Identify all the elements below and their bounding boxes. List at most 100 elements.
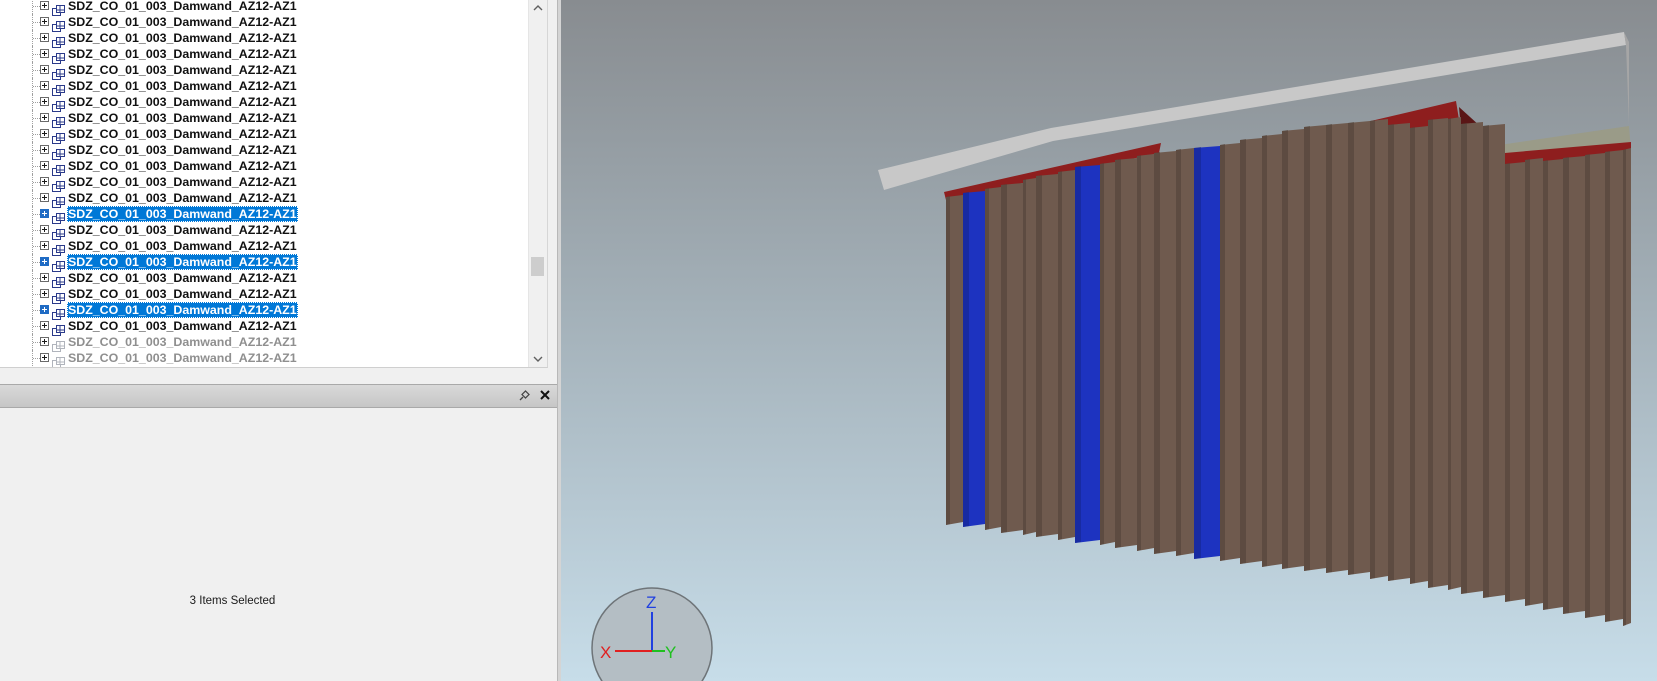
expand-plus-icon[interactable] <box>40 1 49 10</box>
tree-item-label[interactable]: SDZ_CO_01_003_Damwand_AZ12-AZ1 <box>67 30 298 46</box>
tree-item-label[interactable]: SDZ_CO_01_003_Damwand_AZ12-AZ1 <box>67 206 298 222</box>
assembly-icon <box>52 65 65 80</box>
sheet-pile-shadow <box>1326 124 1332 573</box>
tree-item-label[interactable]: SDZ_CO_01_003_Damwand_AZ12-AZ1 <box>67 334 298 350</box>
expand-plus-icon[interactable] <box>40 337 49 346</box>
tree-item[interactable]: SDZ_CO_01_003_Damwand_AZ12-AZ1 <box>0 46 520 64</box>
tree-item-label[interactable]: SDZ_CO_01_003_Damwand_AZ12-AZ1 <box>67 94 298 110</box>
expand-plus-icon[interactable] <box>40 257 49 266</box>
tree-item[interactable]: SDZ_CO_01_003_Damwand_AZ12-AZ1 <box>0 62 520 80</box>
pin-icon[interactable] <box>517 388 531 402</box>
expand-plus-icon[interactable] <box>40 193 49 202</box>
sheet-pile-shadow <box>1448 118 1451 590</box>
tree-item-label[interactable]: SDZ_CO_01_003_Damwand_AZ12-AZ1 <box>67 254 298 270</box>
tree-item-label[interactable]: SDZ_CO_01_003_Damwand_AZ12-AZ1 <box>67 302 298 318</box>
tree-item[interactable]: SDZ_CO_01_003_Damwand_AZ12-AZ1 <box>0 238 520 256</box>
scroll-up-arrow-icon[interactable] <box>529 0 547 17</box>
tree-item[interactable]: SDZ_CO_01_003_Damwand_AZ12-AZ1 <box>0 126 520 144</box>
tree-guide-line <box>32 0 34 14</box>
expand-plus-icon[interactable] <box>40 321 49 330</box>
sheet-pile-shadow <box>1370 120 1375 579</box>
tree-item-label[interactable]: SDZ_CO_01_003_Damwand_AZ12-AZ1 <box>67 14 298 30</box>
tree-item[interactable]: SDZ_CO_01_003_Damwand_AZ12-AZ1 <box>0 254 520 272</box>
tree-item[interactable]: SDZ_CO_01_003_Damwand_AZ12-AZ1 <box>0 110 520 128</box>
assembly-icon <box>52 129 65 144</box>
tree-item[interactable]: SDZ_CO_01_003_Damwand_AZ12-AZ1 <box>0 142 520 160</box>
tree-item-label[interactable]: SDZ_CO_01_003_Damwand_AZ12-AZ1 <box>67 190 298 206</box>
tree-item[interactable]: SDZ_CO_01_003_Damwand_AZ12-AZ1 <box>0 206 520 224</box>
assembly-icon <box>52 209 65 224</box>
scroll-down-arrow-icon[interactable] <box>529 350 547 367</box>
tree-item-label[interactable]: SDZ_CO_01_003_Damwand_AZ12-AZ1 <box>67 286 298 302</box>
tree-item[interactable]: SDZ_CO_01_003_Damwand_AZ12-AZ1 <box>0 174 520 192</box>
tree-item-label[interactable]: SDZ_CO_01_003_Damwand_AZ12-AZ1 <box>67 174 298 190</box>
assembly-icon <box>52 161 65 176</box>
expand-plus-icon[interactable] <box>40 161 49 170</box>
expand-plus-icon[interactable] <box>40 97 49 106</box>
assembly-icon <box>52 353 65 367</box>
model-tree[interactable]: SDZ_CO_01_003_Damwand_AZ12-AZ1 SDZ_CO_01_… <box>0 0 548 368</box>
expand-plus-icon[interactable] <box>40 17 49 26</box>
sheet-pile-shadow <box>1605 151 1610 622</box>
tree-item-label[interactable]: SDZ_CO_01_003_Damwand_AZ12-AZ1 <box>67 222 298 238</box>
expand-plus-icon[interactable] <box>40 65 49 74</box>
expand-plus-icon[interactable] <box>40 241 49 250</box>
expand-plus-icon[interactable] <box>40 113 49 122</box>
close-icon[interactable] <box>537 387 553 403</box>
expand-plus-icon[interactable] <box>40 353 49 362</box>
tree-item-label[interactable]: SDZ_CO_01_003_Damwand_AZ12-AZ1 <box>67 350 298 366</box>
expand-plus-icon[interactable] <box>40 129 49 138</box>
tree-item[interactable]: SDZ_CO_01_003_Damwand_AZ12-AZ1 <box>0 190 520 208</box>
expand-plus-icon[interactable] <box>40 49 49 58</box>
tree-item-label[interactable]: SDZ_CO_01_003_Damwand_AZ12-AZ1 <box>67 46 298 62</box>
tree-item[interactable]: SDZ_CO_01_003_Damwand_AZ12-AZ1 <box>0 222 520 240</box>
tree-item[interactable]: SDZ_CO_01_003_Damwand_AZ12-AZ1 <box>0 318 520 336</box>
expand-plus-icon[interactable] <box>40 177 49 186</box>
sheet-pile-shadow <box>1194 147 1201 559</box>
scrollbar-thumb[interactable] <box>531 257 544 276</box>
tree-item[interactable]: SDZ_CO_01_003_Damwand_AZ12-AZ1 <box>0 270 520 288</box>
tree-item[interactable]: SDZ_CO_01_003_Damwand_AZ12-AZ1 <box>0 334 520 352</box>
tree-item-label[interactable]: SDZ_CO_01_003_Damwand_AZ12-AZ1 <box>67 318 298 334</box>
expand-plus-icon[interactable] <box>40 209 49 218</box>
assembly-icon <box>52 145 65 160</box>
assembly-icon <box>52 321 65 336</box>
tree-item[interactable]: SDZ_CO_01_003_Damwand_AZ12-AZ1 <box>0 94 520 112</box>
3d-viewport[interactable]: Z X Y <box>561 0 1657 681</box>
expand-plus-icon[interactable] <box>40 81 49 90</box>
sheet-pile-shadow <box>1543 160 1548 610</box>
expand-plus-icon[interactable] <box>40 289 49 298</box>
assembly-icon <box>52 289 65 304</box>
tree-vertical-scrollbar[interactable] <box>528 0 547 367</box>
expand-plus-icon[interactable] <box>40 273 49 282</box>
sheet-pile-shadow <box>1348 122 1354 575</box>
tree-item[interactable]: SDZ_CO_01_003_Damwand_AZ12-AZ1 <box>0 286 520 304</box>
expand-plus-icon[interactable] <box>40 145 49 154</box>
tree-item[interactable]: SDZ_CO_01_003_Damwand_AZ12-AZ1 <box>0 14 520 32</box>
tree-item-label[interactable]: SDZ_CO_01_003_Damwand_AZ12-AZ1 <box>67 142 298 158</box>
tree-item-label[interactable]: SDZ_CO_01_003_Damwand_AZ12-AZ1 <box>67 238 298 254</box>
tree-item-label[interactable]: SDZ_CO_01_003_Damwand_AZ12-AZ1 <box>67 270 298 286</box>
tree-item[interactable]: SDZ_CO_01_003_Damwand_AZ12-AZ1 <box>0 350 520 367</box>
assembly-icon <box>52 225 65 240</box>
tree-item-label[interactable]: SDZ_CO_01_003_Damwand_AZ12-AZ1 <box>67 62 298 78</box>
assembly-icon <box>52 97 65 112</box>
expand-plus-icon[interactable] <box>40 33 49 42</box>
tree-item-label[interactable]: SDZ_CO_01_003_Damwand_AZ12-AZ1 <box>67 110 298 126</box>
tree-item-label[interactable]: SDZ_CO_01_003_Damwand_AZ12-AZ1 <box>67 126 298 142</box>
tree-item-label[interactable]: SDZ_CO_01_003_Damwand_AZ12-AZ1 <box>67 0 298 14</box>
tree-item[interactable]: SDZ_CO_01_003_Damwand_AZ12-AZ1 <box>0 0 520 16</box>
sheet-pile-shadow <box>946 196 950 525</box>
tree-item[interactable]: SDZ_CO_01_003_Damwand_AZ12-AZ1 <box>0 302 520 320</box>
tree-item[interactable]: SDZ_CO_01_003_Damwand_AZ12-AZ1 <box>0 158 520 176</box>
expand-plus-icon[interactable] <box>40 225 49 234</box>
tree-item[interactable]: SDZ_CO_01_003_Damwand_AZ12-AZ1 <box>0 30 520 48</box>
scene-canvas[interactable]: Z X Y <box>561 0 1657 681</box>
tree-item-label[interactable]: SDZ_CO_01_003_Damwand_AZ12-AZ1 <box>67 158 298 174</box>
y-axis-label: Y <box>665 643 676 662</box>
sheet-pile-shadow <box>1428 119 1433 588</box>
x-axis-label: X <box>600 643 611 662</box>
tree-item-label[interactable]: SDZ_CO_01_003_Damwand_AZ12-AZ1 <box>67 78 298 94</box>
expand-plus-icon[interactable] <box>40 305 49 314</box>
tree-item[interactable]: SDZ_CO_01_003_Damwand_AZ12-AZ1 <box>0 78 520 96</box>
